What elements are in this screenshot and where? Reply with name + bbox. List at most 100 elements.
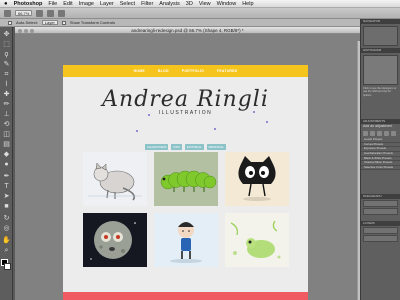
paragraph-tab[interactable]: PARAGRAPH [361,194,400,200]
gradient-tool-icon[interactable]: ▤ [2,140,11,149]
levels-icon[interactable] [370,131,375,137]
type-tool-icon[interactable]: T [2,182,11,191]
nav-blog[interactable]: BLOG [158,69,169,73]
menu-bar: ● Photoshop File Edit Image Layer Select… [0,0,400,8]
sparkle-dot [148,114,150,116]
zoom-icon[interactable] [47,9,55,17]
background-color-swatch[interactable] [4,263,11,270]
histogram-panel [363,55,398,85]
quick-select-tool-icon[interactable]: ✎ [2,60,11,69]
dodge-tool-icon[interactable]: ● [2,160,11,169]
menu-help[interactable]: Help [242,1,253,7]
show-transform-checkbox[interactable] [61,20,66,25]
portfolio-grid [83,152,289,267]
menu-3d[interactable]: 3D [186,1,193,7]
vibrance-icon[interactable] [391,131,396,137]
menu-layer[interactable]: Layer [100,1,114,7]
curves-icon[interactable] [377,131,382,137]
auto-select-checkbox[interactable] [8,20,12,25]
minimize-window-button[interactable] [24,28,28,33]
zoom-window-button[interactable] [30,28,34,33]
eraser-tool-icon[interactable]: ◫ [2,130,11,139]
3d-rotate-icon[interactable]: ↻ [2,214,11,223]
zoom-tool-icon[interactable]: ⌕ [2,246,11,255]
navigator-thumbnail[interactable] [363,26,398,46]
filter-kids[interactable]: KIDS [171,144,182,150]
menu-edit[interactable]: Edit [63,1,72,7]
healing-tool-icon[interactable]: ✚ [2,90,11,99]
menu-analysis[interactable]: Analysis [159,1,179,7]
portfolio-tile-black-cat[interactable] [225,152,289,206]
apple-icon[interactable]: ● [4,1,8,7]
crop-tool-icon[interactable]: ⌗ [2,70,11,79]
portfolio-tile-frog[interactable] [225,213,289,267]
paragraph-controls[interactable] [363,200,398,208]
filter-characters[interactable]: CHARACTERS [145,144,169,150]
brush-tool-icon[interactable]: ✏ [2,100,11,109]
hand-tool-icon[interactable]: ✋ [2,236,11,245]
zoom-select[interactable]: 66.7% [15,10,33,16]
navigator-tab[interactable]: NAVIGATOR [361,19,400,24]
shape-tool-icon[interactable]: ■ [2,202,11,211]
logo-subtitle: ILLUSTRATION [158,110,213,116]
webpage-artboard[interactable]: HOME BLOG PORTFOLIO FEATURED Andrea Ring… [63,65,308,300]
canvas-area[interactable]: HOME BLOG PORTFOLIO FEATURED Andrea Ring… [15,34,360,300]
tools-panel: ✥ ⬚ ϙ ✎ ⌗ ⌇ ✚ ✏ ⊥ ⟲ ◫ ▤ ◆ ● ✒ T ➤ ■ ↻ ◎ … [0,27,13,300]
history-brush-icon[interactable]: ⟲ [2,120,11,129]
right-panels: NAVIGATOR HISTOGRAM Click to see the His… [360,19,400,300]
portfolio-tile-moon[interactable] [83,213,147,267]
sparkle-dot [214,128,216,130]
portfolio-tile-cat[interactable] [83,152,147,206]
eyedropper-tool-icon[interactable]: ⌇ [2,80,11,89]
sparkle-dot [253,111,255,113]
stamp-tool-icon[interactable]: ⊥ [2,110,11,119]
application-bar: 66.7% [0,8,400,19]
pen-tool-icon[interactable]: ✒ [2,172,11,181]
hand-icon[interactable] [36,9,44,17]
window-controls [18,28,34,33]
blur-tool-icon[interactable]: ◆ [2,150,11,159]
layer-row[interactable] [363,227,398,235]
nav-portfolio[interactable]: PORTFOLIO [182,69,204,73]
auto-select-dropdown[interactable]: Layer [41,20,58,25]
layer-row[interactable] [363,235,398,243]
app-menu[interactable]: Photoshop [14,1,43,7]
3d-orbit-icon[interactable]: ◎ [2,224,11,233]
auto-select-label: Auto-Select: [16,20,38,25]
logo-name: Andrea Ringli [102,87,269,112]
filter-editorial[interactable]: EDITORIAL [184,144,204,150]
path-select-tool-icon[interactable]: ➤ [2,192,11,201]
tool-options-bar: Auto-Select: Layer Show Transform Contro… [0,19,360,27]
portfolio-tile-caterpillar[interactable] [154,152,218,206]
layers-tab[interactable]: LAYERS [361,221,400,227]
document-window: andrearingli-redesign.psd @ 66.7% (Shape… [15,27,360,300]
paragraph-controls[interactable] [363,208,398,216]
menu-filter[interactable]: Filter [141,1,153,7]
lasso-tool-icon[interactable]: ϙ [2,50,11,59]
sparkle-dot [266,121,268,123]
histogram-hint: Click to see the Histogram or use the Sh… [363,87,397,97]
close-window-button[interactable] [18,28,22,33]
menu-file[interactable]: File [48,1,57,7]
preset-selective-color[interactable]: Selective Color Presets [361,165,400,171]
site-nav: HOME BLOG PORTFOLIO FEATURED [63,65,308,77]
document-title-bar: andrearingli-redesign.psd @ 66.7% (Shape… [15,27,360,34]
portfolio-filters: CHARACTERS KIDS EDITORIAL PERSONAL [63,144,308,150]
menu-image[interactable]: Image [79,1,94,7]
site-logo: Andrea Ringli ILLUSTRATION [63,87,308,116]
brightness-icon[interactable] [363,131,368,137]
exposure-icon[interactable] [384,131,389,137]
site-footer-band [63,292,308,300]
nav-home[interactable]: HOME [134,69,145,73]
ps-logo-icon [4,9,11,17]
rotate-icon[interactable] [58,9,66,17]
menu-window[interactable]: Window [217,1,237,7]
portfolio-tile-kid[interactable] [154,213,218,267]
menu-view[interactable]: View [199,1,211,7]
filter-personal[interactable]: PERSONAL [206,144,226,150]
move-tool-icon[interactable]: ✥ [2,30,11,39]
nav-featured[interactable]: FEATURED [217,69,237,73]
menu-select[interactable]: Select [120,1,135,7]
histogram-tab[interactable]: HISTOGRAM [361,48,400,53]
marquee-tool-icon[interactable]: ⬚ [2,40,11,49]
